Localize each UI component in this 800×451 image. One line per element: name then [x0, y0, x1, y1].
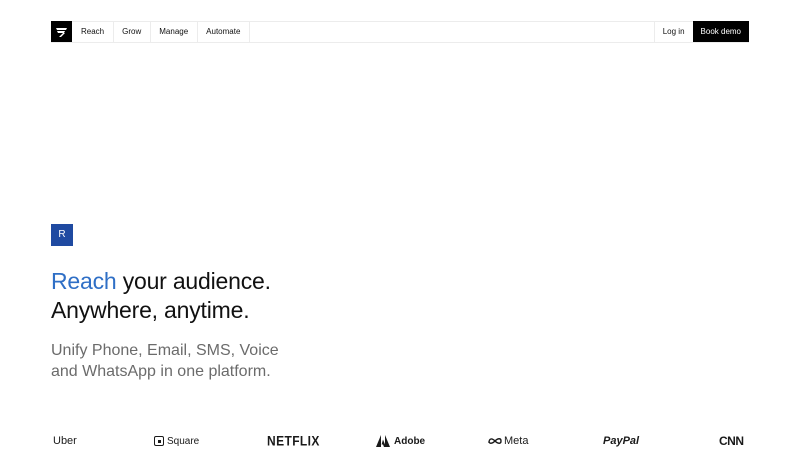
square-logo-text: Square — [167, 435, 200, 447]
nav-link-manage[interactable]: Manage — [151, 22, 198, 42]
brand-logo-mark — [56, 27, 67, 37]
nav-link-reach[interactable]: Reach — [72, 22, 114, 42]
hero-subheading: Unify Phone, Email, SMS, Voice and WhatsA… — [51, 340, 279, 382]
customer-logos: Uber Square NETFLIX Adobe Meta PayPal CN… — [51, 432, 749, 450]
square-icon — [154, 436, 164, 446]
book-demo-button[interactable]: Book demo — [692, 21, 749, 42]
hero-headline: Reach your audience. Anywhere, anytime. — [51, 267, 271, 325]
paypal-logo: PayPal — [603, 432, 639, 450]
paypal-logo-text: PayPal — [603, 435, 640, 447]
square-logo: Square — [154, 432, 199, 450]
cnn-logo: CNN — [719, 432, 744, 450]
top-navigation: Reach Grow Manage Automate Log in Book d… — [51, 21, 749, 43]
login-link[interactable]: Log in — [653, 22, 693, 42]
subhead-line2: and WhatsApp in one platform. — [51, 363, 271, 380]
adobe-logo: Adobe — [376, 432, 425, 450]
brand-logo-icon[interactable] — [51, 21, 72, 42]
meta-logo-text: Meta — [504, 435, 529, 447]
meta-logo: Meta — [488, 432, 528, 450]
netflix-logo-text: NETFLIX — [267, 432, 320, 450]
nav-link-automate[interactable]: Automate — [198, 22, 250, 42]
uber-logo-text: Uber — [53, 435, 77, 447]
cnn-logo-text: CNN — [719, 434, 744, 448]
adobe-logo-text: Adobe — [394, 435, 426, 447]
headline-line1-rest: your audience. — [116, 268, 271, 294]
adobe-icon — [376, 435, 390, 447]
nav-left-group: Reach Grow Manage Automate — [51, 21, 250, 42]
section-badge: R — [51, 224, 73, 246]
headline-line2: Anywhere, anytime. — [51, 297, 250, 323]
nav-right-group: Log in Book demo — [653, 21, 749, 42]
headline-accent: Reach — [51, 268, 117, 294]
uber-logo: Uber — [53, 432, 77, 450]
netflix-logo: NETFLIX — [267, 431, 320, 451]
meta-infinity-icon — [488, 438, 502, 444]
subhead-line1: Unify Phone, Email, SMS, Voice — [51, 342, 279, 359]
nav-link-grow[interactable]: Grow — [114, 22, 151, 42]
